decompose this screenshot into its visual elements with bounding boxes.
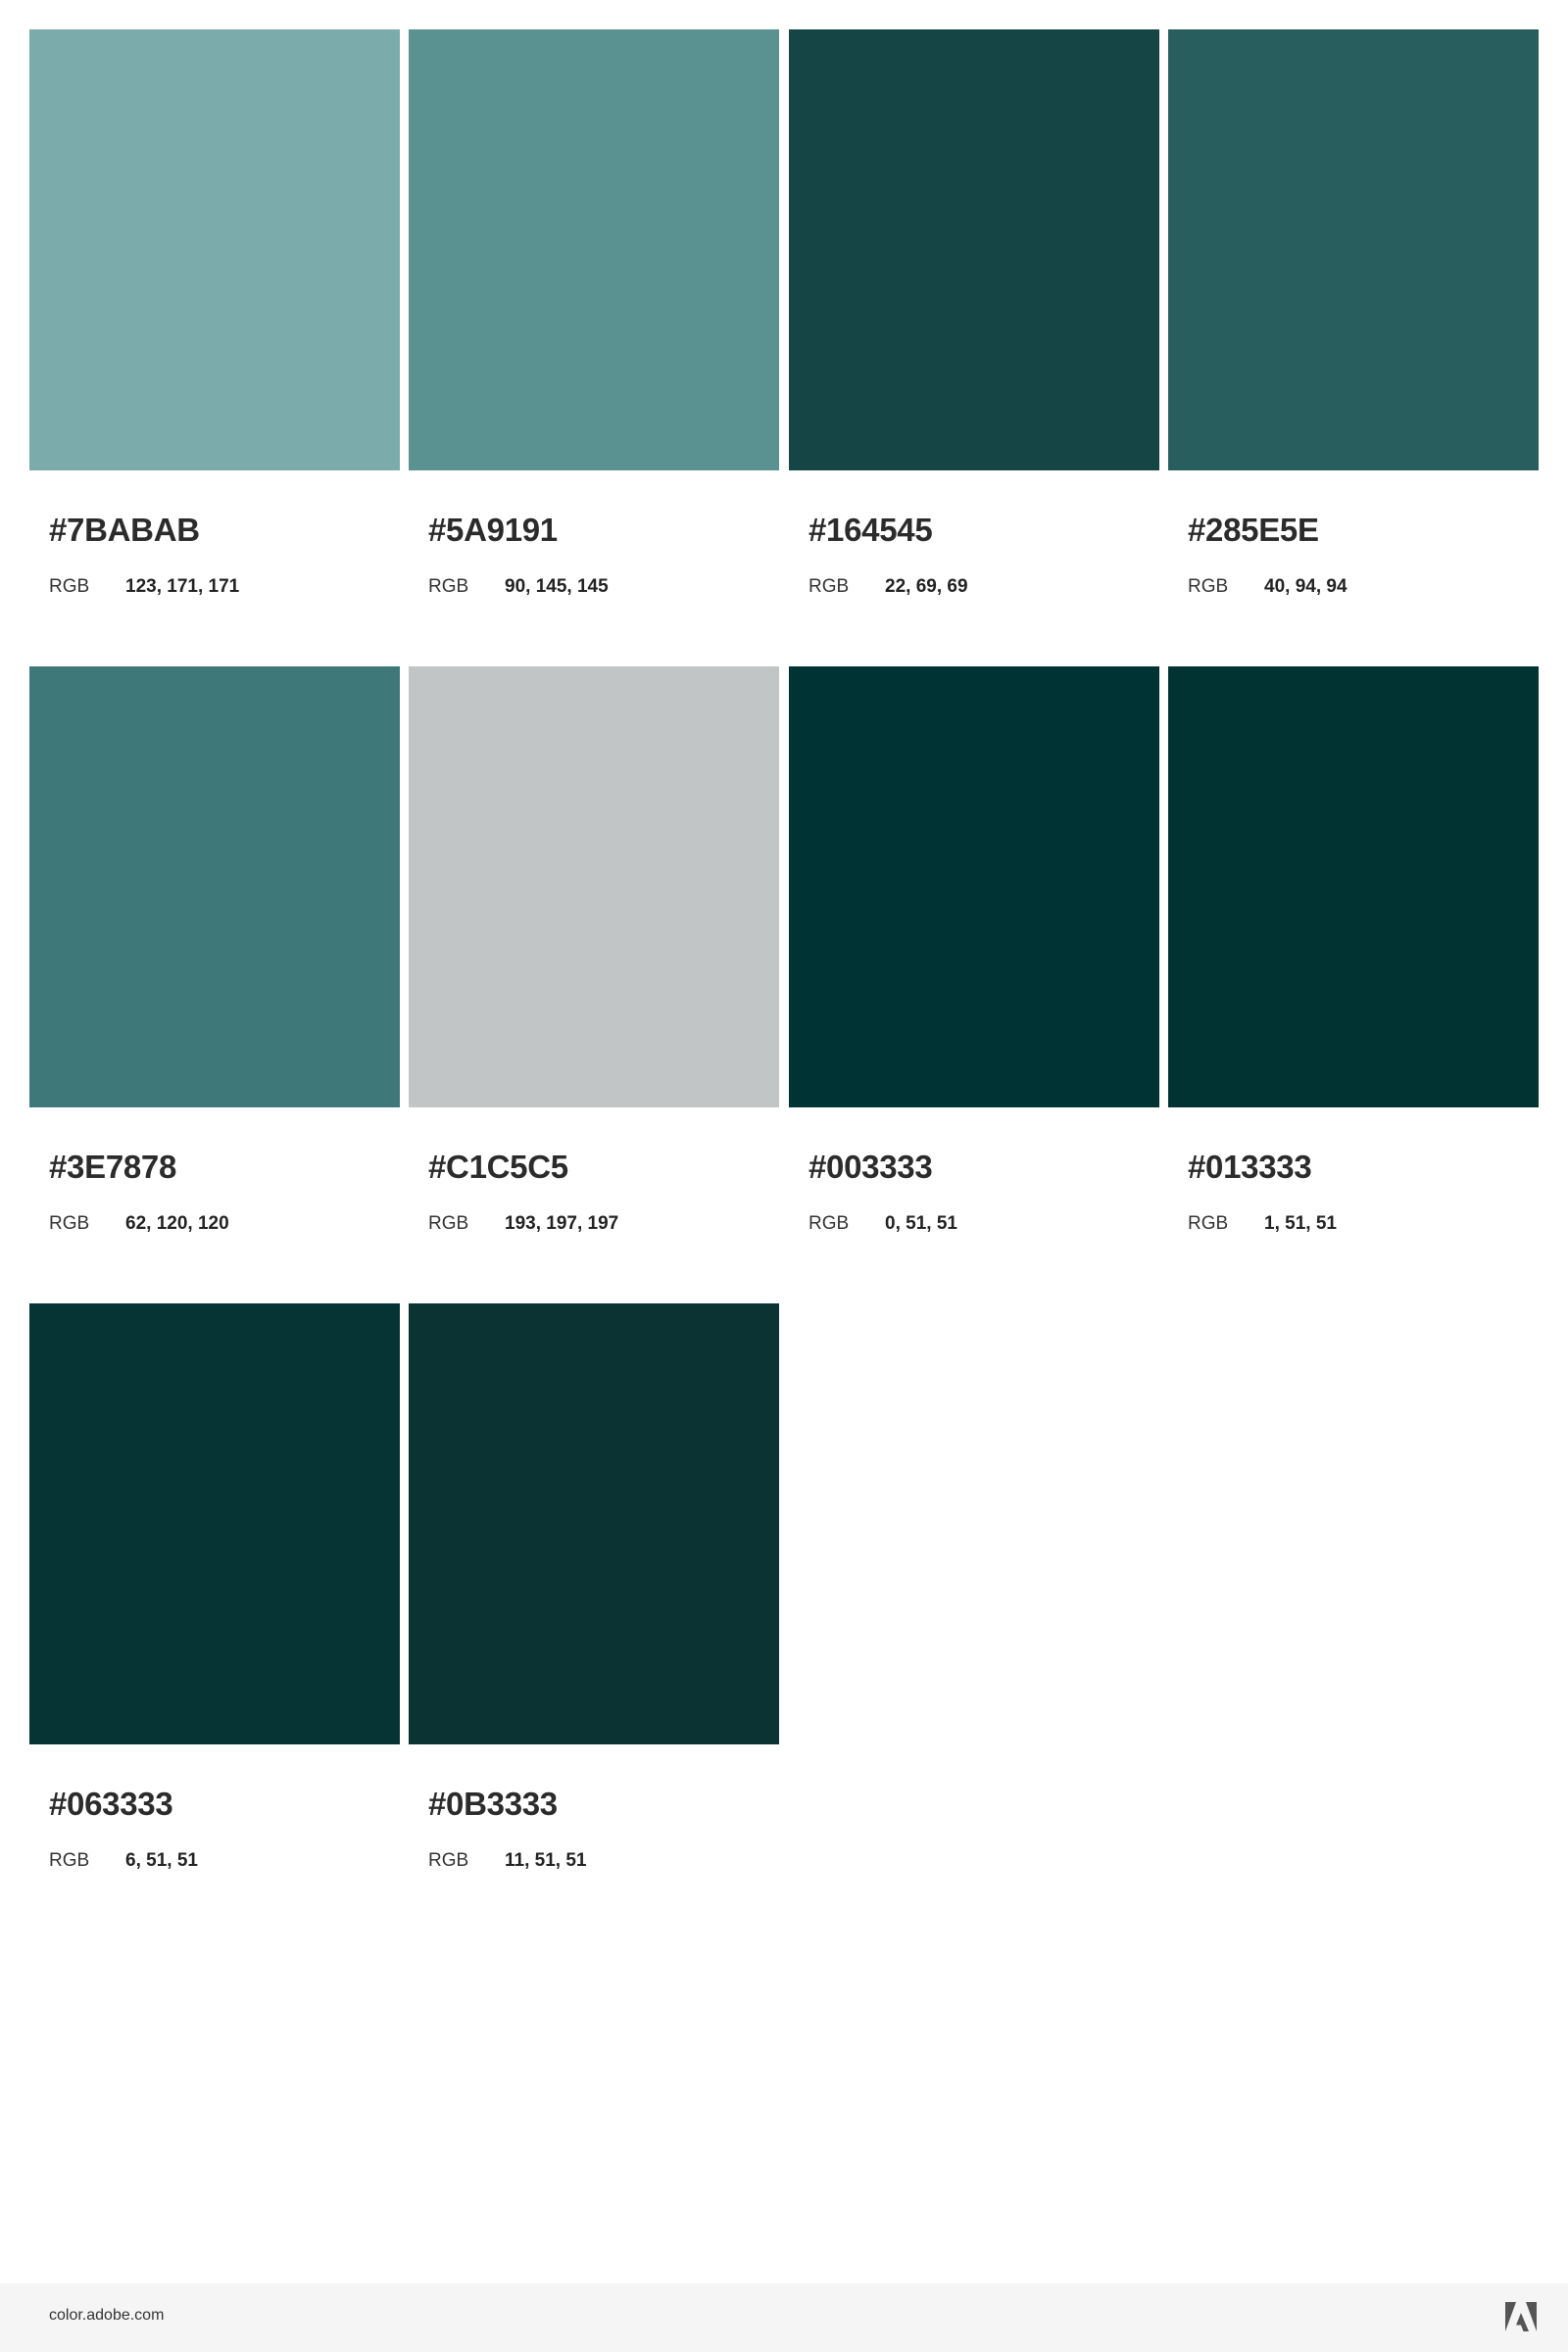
rgb-label: RGB [1188, 576, 1229, 597]
color-swatch [1168, 666, 1539, 1107]
rgb-value: 11, 51, 51 [505, 1850, 587, 1871]
rgb-value: 62, 120, 120 [125, 1213, 229, 1234]
swatch-card: #7BABAB RGB 123, 171, 171 [29, 29, 400, 637]
hex-code: #C1C5C5 [428, 1149, 568, 1185]
color-swatch [409, 29, 779, 470]
rgb-value: 90, 145, 145 [505, 576, 609, 597]
rgb-label: RGB [428, 576, 469, 597]
rgb-label: RGB [808, 576, 850, 597]
swatch-card: #285E5E RGB 40, 94, 94 [1168, 29, 1539, 637]
rgb-value: 6, 51, 51 [125, 1850, 198, 1871]
hex-code: #003333 [808, 1149, 933, 1185]
hex-code: #013333 [1188, 1149, 1312, 1185]
rgb-label: RGB [49, 1213, 90, 1234]
rgb-label: RGB [1188, 1213, 1229, 1234]
adobe-logo-right-shape [1526, 2302, 1537, 2331]
rgb-value: 40, 94, 94 [1264, 576, 1348, 597]
rgb-label: RGB [49, 576, 90, 597]
rgb-label: RGB [808, 1213, 850, 1234]
footer-bar: color.adobe.com [0, 2283, 1568, 2352]
hex-code: #285E5E [1188, 512, 1319, 548]
swatch-card: #3E7878 RGB 62, 120, 120 [29, 666, 400, 1274]
adobe-logo-icon [1505, 2302, 1537, 2331]
rgb-value: 193, 197, 197 [505, 1213, 619, 1234]
color-swatch [1168, 29, 1539, 470]
rgb-value: 1, 51, 51 [1264, 1213, 1337, 1234]
rgb-value: 0, 51, 51 [885, 1213, 957, 1234]
rgb-label: RGB [428, 1213, 469, 1234]
hex-code: #7BABAB [49, 512, 200, 548]
swatch-card: #5A9191 RGB 90, 145, 145 [409, 29, 779, 637]
rgb-label: RGB [428, 1850, 469, 1871]
color-swatch [409, 1303, 779, 1744]
color-swatch [409, 666, 779, 1107]
rgb-label: RGB [49, 1850, 90, 1871]
color-swatch [789, 29, 1159, 470]
swatch-card: #0B3333 RGB 11, 51, 51 [409, 1303, 779, 1911]
swatch-card: #013333 RGB 1, 51, 51 [1168, 666, 1539, 1274]
swatch-card: #C1C5C5 RGB 193, 197, 197 [409, 666, 779, 1274]
hex-code: #0B3333 [428, 1786, 558, 1822]
rgb-value: 22, 69, 69 [885, 576, 968, 597]
color-swatch [29, 1303, 400, 1744]
color-swatch [29, 666, 400, 1107]
hex-code: #5A9191 [428, 512, 558, 548]
adobe-logo-left-shape [1505, 2302, 1516, 2331]
swatch-card: #063333 RGB 6, 51, 51 [29, 1303, 400, 1911]
hex-code: #063333 [49, 1786, 173, 1822]
color-swatch [29, 29, 400, 470]
adobe-logo-center-shape [1516, 2313, 1529, 2331]
rgb-value: 123, 171, 171 [125, 576, 240, 597]
swatch-card: #164545 RGB 22, 69, 69 [789, 29, 1159, 637]
footer-url[interactable]: color.adobe.com [49, 2307, 164, 2325]
hex-code: #164545 [808, 512, 933, 548]
swatch-card: #003333 RGB 0, 51, 51 [789, 666, 1159, 1274]
color-swatch [789, 666, 1159, 1107]
hex-code: #3E7878 [49, 1149, 177, 1185]
